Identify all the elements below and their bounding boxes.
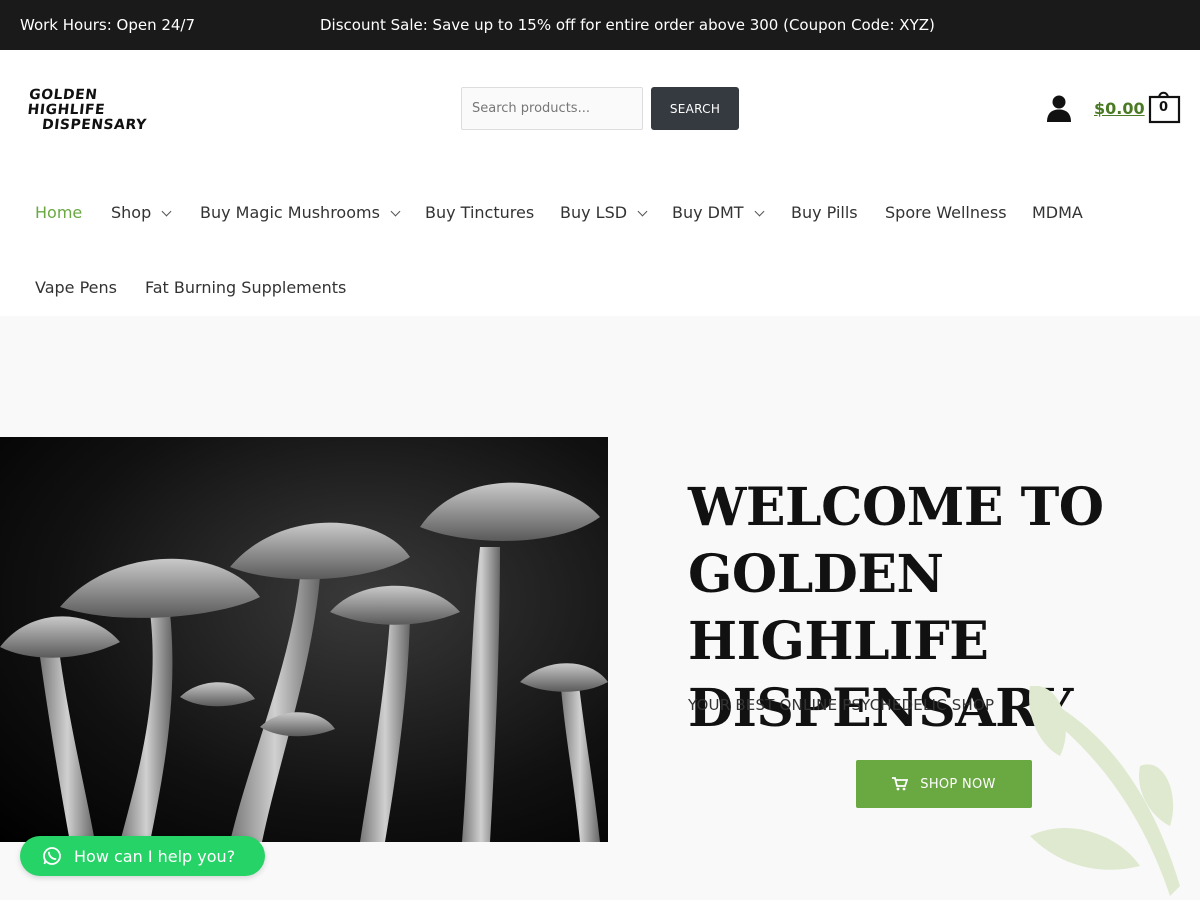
logo-line-2: DISPENSARY <box>41 117 148 133</box>
shop-now-button[interactable]: SHOP NOW <box>856 760 1032 808</box>
chevron-down-icon <box>637 206 648 217</box>
nav-item-buy-dmt[interactable]: Buy DMT <box>672 203 765 222</box>
nav-item-shop[interactable]: Shop <box>111 203 172 222</box>
discount-banner: Discount Sale: Save up to 15% off for en… <box>320 16 935 34</box>
hero-subtitle: YOUR BEST ONLINE PSYCHEDELIC SHOP <box>688 696 995 714</box>
nav-label: Shop <box>111 203 152 222</box>
nav-item-mdma[interactable]: MDMA <box>1032 203 1083 222</box>
whatsapp-chat-button[interactable]: How can I help you? <box>20 836 265 876</box>
whatsapp-icon <box>43 847 61 865</box>
mushrooms-photo <box>0 437 608 842</box>
top-bar: Work Hours: Open 24/7 Discount Sale: Sav… <box>0 0 1200 50</box>
hero-section: WELCOME TO GOLDEN HIGHLIFE DISPENSARY YO… <box>0 316 1200 900</box>
site-header: GOLDEN HIGHLIFE DISPENSARY SEARCH $0.00 … <box>0 50 1200 170</box>
chat-label: How can I help you? <box>74 846 236 866</box>
main-navigation: Home Shop Buy Magic Mushrooms Buy Tinctu… <box>0 170 1200 316</box>
nav-item-buy-pills[interactable]: Buy Pills <box>791 203 858 222</box>
search-input[interactable] <box>461 87 643 130</box>
user-icon[interactable] <box>1045 94 1073 122</box>
nav-label: Spore Wellness <box>885 203 1007 222</box>
nav-item-vape-pens[interactable]: Vape Pens <box>35 278 117 297</box>
cart-total[interactable]: $0.00 <box>1094 99 1145 118</box>
nav-label: MDMA <box>1032 203 1083 222</box>
nav-item-buy-tinctures[interactable]: Buy Tinctures <box>425 203 534 222</box>
nav-label: Buy Pills <box>791 203 858 222</box>
nav-item-spore-wellness[interactable]: Spore Wellness <box>885 203 1007 222</box>
site-logo[interactable]: GOLDEN HIGHLIFE DISPENSARY <box>26 87 170 133</box>
nav-label: Buy LSD <box>560 203 628 222</box>
work-hours: Work Hours: Open 24/7 <box>20 16 196 34</box>
nav-item-fat-burning-supplements[interactable]: Fat Burning Supplements <box>145 278 346 297</box>
hero-title-line-1: WELCOME TO <box>688 477 1104 538</box>
search-button[interactable]: SEARCH <box>651 87 739 130</box>
nav-label: Buy DMT <box>672 203 744 222</box>
hero-title-line-2: GOLDEN HIGHLIFE <box>688 544 989 672</box>
chevron-down-icon <box>754 206 765 217</box>
logo-line-1: GOLDEN HIGHLIFE <box>26 87 106 118</box>
nav-label: Home <box>35 203 83 222</box>
nav-label: Buy Tinctures <box>425 203 535 222</box>
nav-label: Buy Magic Mushrooms <box>200 203 380 222</box>
chevron-down-icon <box>390 206 401 217</box>
chevron-down-icon <box>161 206 172 217</box>
shopping-cart-icon <box>892 777 909 791</box>
nav-item-buy-magic-mushrooms[interactable]: Buy Magic Mushrooms <box>200 203 401 222</box>
shop-now-label: SHOP NOW <box>920 776 996 792</box>
nav-item-buy-lsd[interactable]: Buy LSD <box>560 203 648 222</box>
nav-item-home[interactable]: Home <box>35 203 82 222</box>
shopping-bag-icon[interactable]: 0 <box>1148 88 1182 124</box>
cart-count: 0 <box>1158 100 1169 115</box>
nav-label: Vape Pens <box>35 278 117 297</box>
nav-label: Fat Burning Supplements <box>145 278 347 297</box>
